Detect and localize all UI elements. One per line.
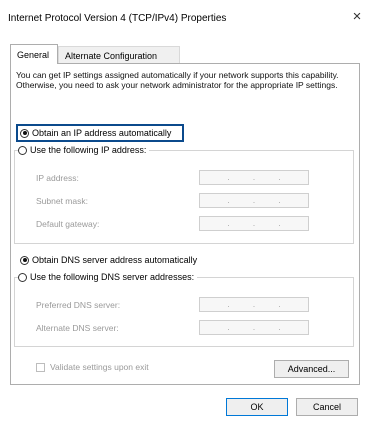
ip-address-label: IP address: <box>36 173 79 183</box>
use-following-ip-option[interactable]: Use the following IP address: <box>18 143 150 157</box>
obtain-ip-auto-option[interactable]: Obtain an IP address automatically <box>20 126 171 140</box>
obtain-ip-auto-radio[interactable] <box>20 128 29 138</box>
use-following-ip-radio[interactable] <box>18 145 27 155</box>
use-following-ip-label: Use the following IP address: <box>30 145 147 155</box>
obtain-ip-auto-label: Obtain an IP address automatically <box>32 128 172 138</box>
validate-settings-checkbox[interactable] <box>36 362 45 372</box>
subnet-mask-label: Subnet mask: <box>36 196 88 206</box>
tab-general[interactable]: General <box>10 44 58 64</box>
title-bar: Internet Protocol Version 4 (TCP/IPv4) P… <box>0 0 368 36</box>
obtain-dns-auto-label: Obtain DNS server address automatically <box>32 255 198 265</box>
preferred-dns-input[interactable]: ... <box>199 297 309 312</box>
use-following-dns-option[interactable]: Use the following DNS server addresses: <box>18 270 198 284</box>
dns-server-group <box>14 277 354 347</box>
use-following-dns-radio[interactable] <box>18 272 27 282</box>
advanced-button[interactable]: Advanced... <box>274 360 349 378</box>
alternate-dns-label: Alternate DNS server: <box>36 323 119 333</box>
validate-settings-option[interactable]: Validate settings upon exit <box>36 362 149 372</box>
preferred-dns-label: Preferred DNS server: <box>36 300 121 310</box>
intro-text: You can get IP settings assigned automat… <box>16 70 339 90</box>
obtain-dns-auto-option[interactable]: Obtain DNS server address automatically <box>20 253 197 267</box>
default-gateway-label: Default gateway: <box>36 219 100 229</box>
tab-alternate-configuration[interactable]: Alternate Configuration <box>58 46 180 64</box>
validate-settings-label: Validate settings upon exit <box>50 362 149 372</box>
default-gateway-input[interactable]: ... <box>199 216 309 231</box>
ip-address-input[interactable]: ... <box>199 170 309 185</box>
cancel-button[interactable]: Cancel <box>296 398 358 416</box>
alternate-dns-input[interactable]: ... <box>199 320 309 335</box>
obtain-dns-auto-radio[interactable] <box>20 255 29 265</box>
ok-button[interactable]: OK <box>226 398 288 416</box>
close-icon[interactable]: × <box>348 8 366 26</box>
subnet-mask-input[interactable]: ... <box>199 193 309 208</box>
window-title: Internet Protocol Version 4 (TCP/IPv4) P… <box>8 13 227 24</box>
use-following-dns-label: Use the following DNS server addresses: <box>30 272 195 282</box>
